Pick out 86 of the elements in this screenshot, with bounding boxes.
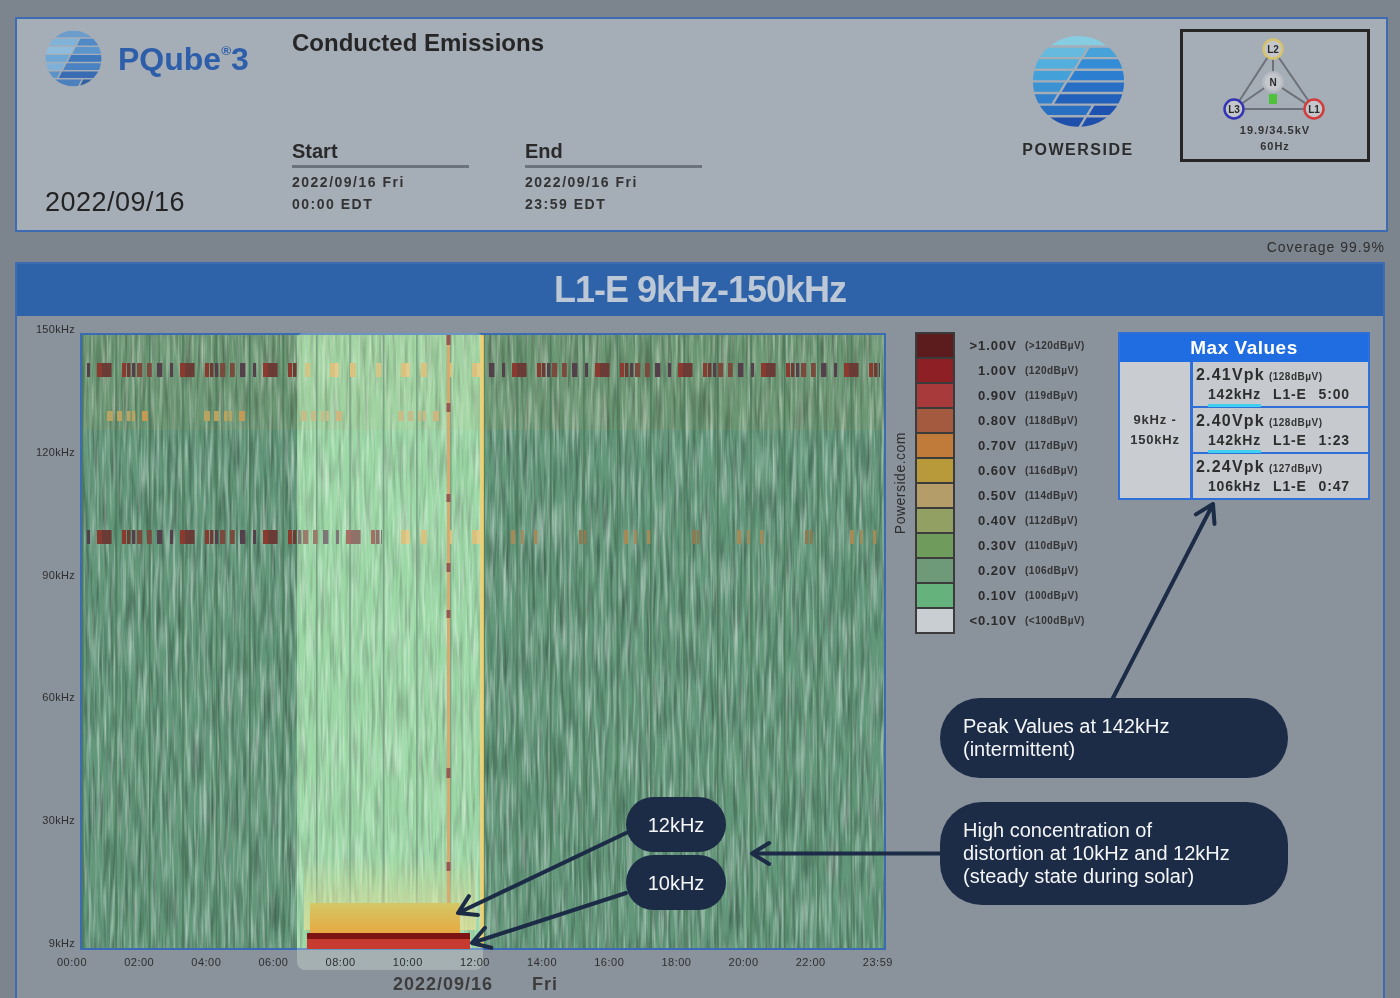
end-label: End	[525, 139, 564, 163]
peak-dbuv: (128dBµV)	[1268, 370, 1323, 384]
x-axis-label: 18:00	[660, 955, 693, 969]
legend-dbuv: (116dBµV)	[1025, 464, 1079, 478]
event-time: 0:47	[1318, 477, 1350, 496]
axis-weekday-label: Fri	[532, 974, 559, 994]
y-axis-label: 90kHz	[41, 567, 75, 582]
end-date: 2022/09/16 Fri	[525, 173, 639, 192]
peak-voltage: 2.40Vpk	[1196, 411, 1265, 431]
x-axis-label: 10:00	[391, 955, 424, 969]
x-axis-label: 02:00	[123, 955, 156, 969]
phase-label: L1	[1308, 103, 1320, 115]
callout-note: High concentration of distortion at 10kHz and 12kHz (steady state during solar)	[940, 802, 1288, 905]
legend-voltage: 0.90V	[977, 386, 1017, 405]
legend-dbuv: (119dBµV)	[1025, 389, 1079, 403]
x-axis-label: 04:00	[190, 955, 223, 969]
legend-voltage: >1.00V	[968, 336, 1017, 355]
legend-voltage: 0.70V	[977, 436, 1017, 455]
legend-dbuv: (106dBµV)	[1025, 564, 1079, 578]
x-axis-label: 22:00	[794, 955, 827, 969]
start-date: 2022/09/16 Fri	[292, 173, 406, 192]
x-axis-label: 08:00	[324, 955, 357, 969]
report-date: 2022/09/16	[45, 188, 187, 218]
legend-dbuv: (114dBµV)	[1025, 489, 1079, 503]
company-name: POWERSIDE	[1022, 140, 1134, 160]
chart-title: L1-E 9kHz-150kHz	[17, 264, 1383, 316]
axis-date-label: 2022/09/16	[393, 974, 494, 994]
legend-voltage: 0.20V	[977, 561, 1017, 580]
callout-note: Peak Values at 142kHz (intermittent)	[940, 698, 1288, 778]
legend-dbuv: (112dBµV)	[1025, 514, 1079, 528]
legend-voltage: 0.10V	[977, 586, 1017, 605]
end-time: 23:59 EDT	[525, 195, 608, 214]
x-axis-label: 23:59	[861, 955, 894, 969]
legend-dbuv: (<100dBµV)	[1025, 614, 1085, 628]
legend-voltage: 0.30V	[977, 536, 1017, 555]
legend-dbuv: (117dBµV)	[1025, 439, 1079, 453]
channel-label: L1-E	[1273, 477, 1307, 496]
phase-label: L2	[1267, 43, 1279, 55]
start-label: Start	[292, 139, 339, 163]
peak-dbuv: (127dBµV)	[1268, 462, 1323, 476]
y-axis-label: 150kHz	[34, 322, 75, 336]
legend-voltage: 0.80V	[977, 411, 1017, 430]
start-time: 00:00 EDT	[292, 195, 375, 214]
peak-voltage: 2.41Vpk	[1196, 365, 1265, 385]
coverage-label: Coverage 99.9%	[1265, 238, 1386, 257]
report-title: Conducted Emissions	[292, 29, 546, 57]
x-axis-label: 16:00	[593, 955, 626, 969]
legend-voltage: 0.60V	[977, 461, 1017, 480]
x-axis-label: 12:00	[458, 955, 491, 969]
y-axis-label: 120kHz	[34, 444, 75, 459]
legend-voltage: 0.50V	[977, 486, 1017, 505]
voltage-rating: 19.9/34.5kV	[1238, 123, 1312, 138]
peak-voltage: 2.24Vpk	[1196, 457, 1265, 477]
legend-dbuv: (>120dBµV)	[1025, 339, 1085, 353]
phase-label: L3	[1228, 103, 1240, 115]
x-axis-label: 00:00	[56, 955, 88, 969]
striped-globe-icon	[45, 30, 102, 87]
y-axis-label: 9kHz	[47, 936, 75, 950]
max-values-title: Max Values	[1120, 334, 1368, 362]
frequency-range: 9kHz - 150kHz	[1120, 362, 1193, 498]
x-axis-label: 14:00	[526, 955, 559, 969]
ground-icon	[1269, 94, 1277, 104]
x-axis-label: 06:00	[257, 955, 290, 969]
legend-voltage: 0.40V	[977, 511, 1017, 530]
event-time: 1:23	[1318, 431, 1350, 450]
phase-label: N	[1269, 76, 1277, 88]
legend-dbuv: (100dBµV)	[1025, 589, 1079, 603]
event-time: 5:00	[1318, 385, 1350, 404]
legend-dbuv: (118dBµV)	[1025, 414, 1079, 428]
legend-dbuv: (110dBµV)	[1025, 539, 1079, 553]
product-name: PQube$^{®}$3	[118, 42, 249, 75]
frequency-rating: 60Hz	[1259, 139, 1291, 154]
y-axis-label: 60kHz	[41, 690, 75, 705]
peak-frequency: 106kHz	[1208, 477, 1262, 496]
channel-label: L1-E	[1273, 431, 1307, 450]
y-axis-label: 30kHz	[41, 813, 75, 828]
striped-globe-icon	[1031, 35, 1125, 128]
legend-dbuv: (120dBµV)	[1025, 364, 1079, 378]
legend-voltage: <0.10V	[968, 611, 1017, 630]
legend-voltage: 1.00V	[977, 361, 1017, 380]
channel-label: L1-E	[1273, 385, 1307, 404]
wire-line	[1272, 58, 1274, 73]
x-axis-label: 20:00	[727, 955, 760, 969]
wire-line	[1243, 108, 1305, 110]
credit-label: Powerside.com	[893, 431, 908, 535]
peak-dbuv: (128dBµV)	[1268, 416, 1323, 430]
